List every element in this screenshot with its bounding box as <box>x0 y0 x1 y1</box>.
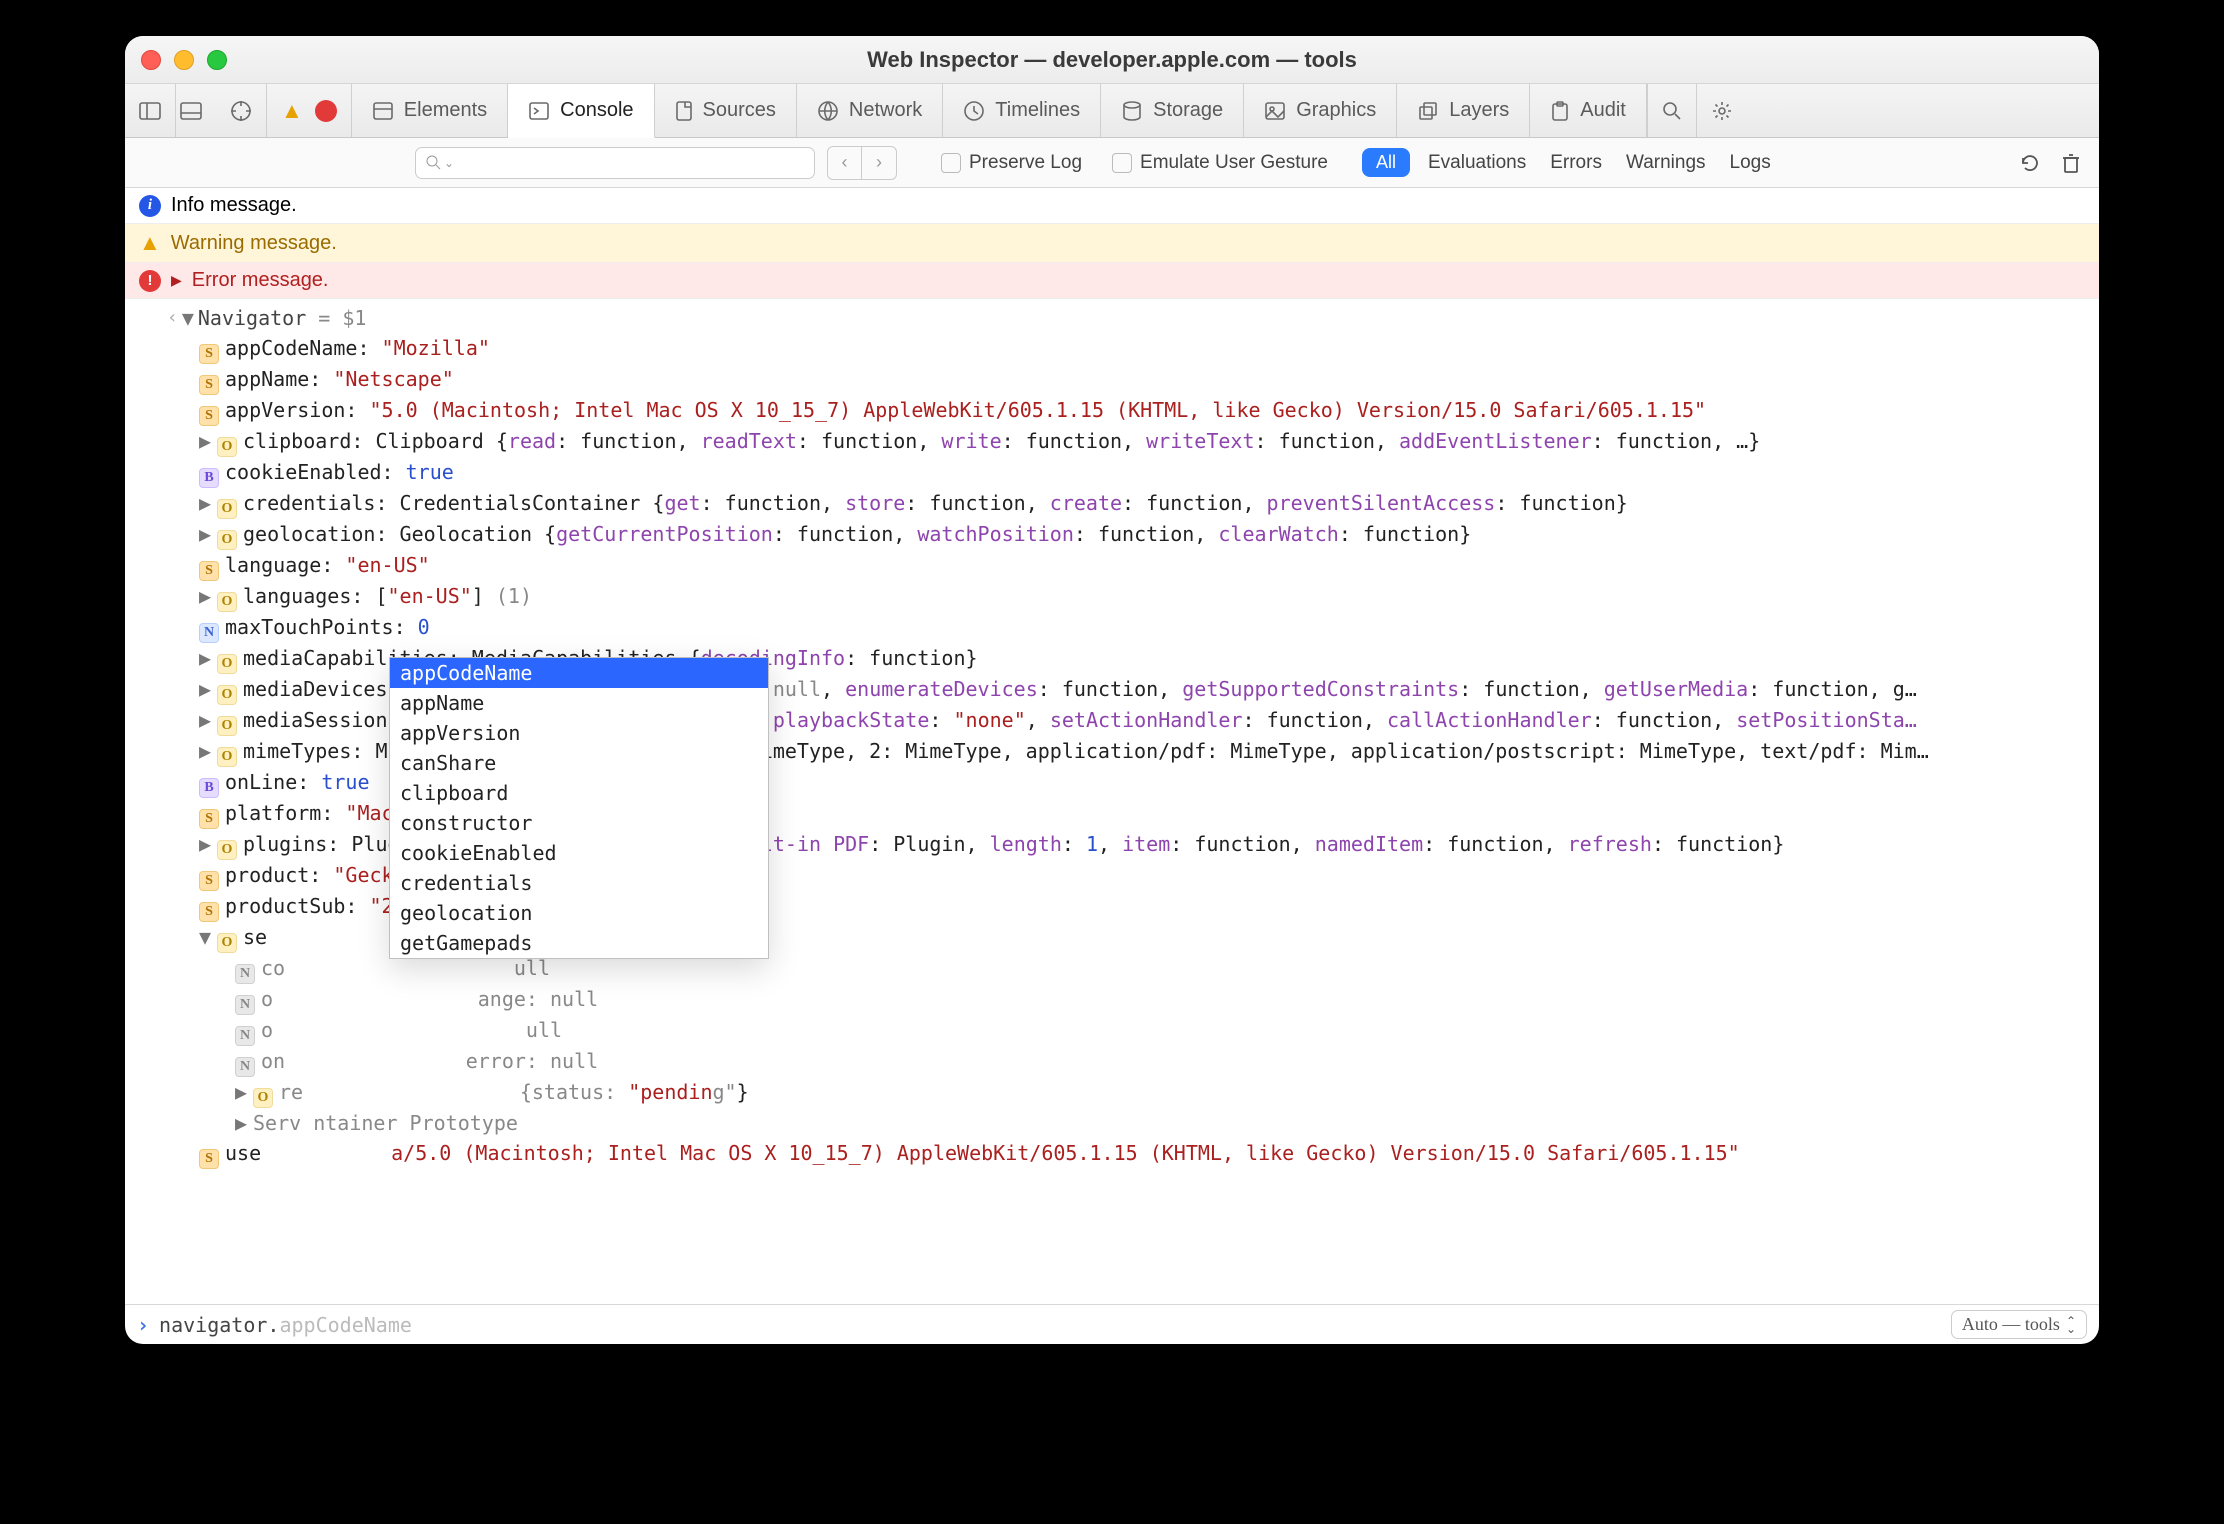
filter-all[interactable]: All <box>1362 148 1410 177</box>
back-arrow-icon[interactable]: ‹ <box>167 303 178 333</box>
disclosure-triangle-icon[interactable]: ▼ <box>182 303 194 333</box>
prop-geolocation[interactable]: ▶Ogeolocation: Geolocation {getCurrentPo… <box>139 519 2089 550</box>
sw-child-2[interactable]: No ange: null <box>139 984 2089 1015</box>
status-badges: ▲ <box>267 84 352 137</box>
preserve-log-checkbox[interactable]: Preserve Log <box>941 152 1082 174</box>
tab-audit[interactable]: Audit <box>1530 84 1647 137</box>
back-icon[interactable]: ‹ <box>828 147 862 179</box>
prop-appCodeName[interactable]: SappCodeName: "Mozilla" <box>139 333 2089 364</box>
sw-proto[interactable]: ▶Serv ntainer Prototype <box>139 1108 2089 1138</box>
ac-item-8[interactable]: geolocation <box>390 898 768 928</box>
sw-child-4[interactable]: Non error: null <box>139 1046 2089 1077</box>
prop-cookieEnabled[interactable]: BcookieEnabled: true <box>139 457 2089 488</box>
prop-credentials[interactable]: ▶Ocredentials: CredentialsContainer {get… <box>139 488 2089 519</box>
tab-console[interactable]: Console <box>508 84 654 138</box>
ac-item-4[interactable]: clipboard <box>390 778 768 808</box>
filter-input[interactable]: ⌄ <box>415 147 815 179</box>
prompt-ghost: appCodeName <box>279 1313 411 1337</box>
chevron-updown-icon: ⌃⌄ <box>2066 1317 2076 1333</box>
tab-sources[interactable]: Sources <box>655 84 797 137</box>
clear-icon[interactable] <box>2061 152 2081 174</box>
history-nav[interactable]: ‹ › <box>827 146 897 180</box>
inspector-window: Web Inspector — developer.apple.com — to… <box>125 36 2099 1344</box>
filter-evaluations[interactable]: Evaluations <box>1422 152 1532 174</box>
prompt-typed: navigator. <box>159 1313 279 1337</box>
tab-network[interactable]: Network <box>797 84 943 137</box>
prop-maxTouchPoints[interactable]: NmaxTouchPoints: 0 <box>139 612 2089 643</box>
filter-logs[interactable]: Logs <box>1724 152 1777 174</box>
reload-icon[interactable] <box>2019 152 2041 174</box>
ac-item-5[interactable]: constructor <box>390 808 768 838</box>
ac-item-9[interactable]: getGamepads <box>390 928 768 958</box>
forward-icon[interactable]: › <box>862 147 896 179</box>
warning-message[interactable]: ▲ Warning message. <box>125 224 2099 263</box>
ac-item-7[interactable]: credentials <box>390 868 768 898</box>
prop-userAgent[interactable]: Susea/5.0 (Macintosh; Intel Mac OS X 10_… <box>139 1138 2089 1169</box>
prop-language[interactable]: Slanguage: "en-US" <box>139 550 2089 581</box>
console-toolbar: ⌄ ‹ › Preserve Log Emulate User Gesture … <box>125 138 2099 188</box>
warning-badge-icon[interactable]: ▲ <box>281 98 303 124</box>
emulate-gesture-checkbox[interactable]: Emulate User Gesture <box>1112 152 1328 174</box>
expand-icon[interactable]: ▶ <box>171 272 182 289</box>
error-icon: ! <box>139 270 161 292</box>
prompt-caret-icon: › <box>137 1313 149 1337</box>
tab-layers[interactable]: Layers <box>1397 84 1530 137</box>
prop-appVersion[interactable]: SappVersion: "5.0 (Macintosh; Intel Mac … <box>139 395 2089 426</box>
navigator-header[interactable]: ‹ ▼ Navigator = $1 <box>139 303 2089 333</box>
prop-appName[interactable]: SappName: "Netscape" <box>139 364 2089 395</box>
tab-timelines[interactable]: Timelines <box>943 84 1101 137</box>
prop-clipboard[interactable]: ▶Oclipboard: Clipboard {read: function, … <box>139 426 2089 457</box>
main-tabs: ▲ Elements Console Sources Network Timel… <box>125 84 2099 138</box>
error-badge-icon[interactable] <box>315 100 337 122</box>
object-tree: ‹ ▼ Navigator = $1 SappCodeName: "Mozill… <box>125 299 2099 1304</box>
console-prompt[interactable]: › navigator.appCodeName Auto — tools ⌃⌄ <box>125 1304 2099 1344</box>
tab-elements[interactable]: Elements <box>352 84 508 137</box>
context-picker[interactable]: Auto — tools ⌃⌄ <box>1951 1310 2087 1339</box>
console-messages: i Info message. ▲ Warning message. ! ▶ E… <box>125 188 2099 299</box>
window-title: Web Inspector — developer.apple.com — to… <box>125 47 2099 73</box>
dock-side-button[interactable] <box>125 84 176 137</box>
tab-storage[interactable]: Storage <box>1101 84 1244 137</box>
autocomplete-popup[interactable]: appCodeName appName appVersion canShare … <box>389 657 769 959</box>
filter-errors[interactable]: Errors <box>1544 152 1608 174</box>
search-button[interactable] <box>1647 84 1697 137</box>
dock-bottom-button[interactable] <box>176 84 216 137</box>
tab-graphics[interactable]: Graphics <box>1244 84 1397 137</box>
ac-item-1[interactable]: appName <box>390 688 768 718</box>
element-picker-button[interactable] <box>216 84 267 137</box>
ac-item-0[interactable]: appCodeName <box>390 658 768 688</box>
sw-child-3[interactable]: No ull <box>139 1015 2089 1046</box>
prop-languages[interactable]: ▶Olanguages: ["en-US"] (1) <box>139 581 2089 612</box>
info-message[interactable]: i Info message. <box>125 188 2099 224</box>
warning-icon: ▲ <box>139 230 161 256</box>
ac-item-6[interactable]: cookieEnabled <box>390 838 768 868</box>
filter-warnings[interactable]: Warnings <box>1620 152 1712 174</box>
ac-item-2[interactable]: appVersion <box>390 718 768 748</box>
ac-item-3[interactable]: canShare <box>390 748 768 778</box>
info-icon: i <box>139 195 161 217</box>
error-message[interactable]: ! ▶ Error message. <box>125 263 2099 299</box>
settings-button[interactable] <box>1697 84 1747 137</box>
titlebar: Web Inspector — developer.apple.com — to… <box>125 36 2099 84</box>
sw-ready[interactable]: ▶Ore {status: "pending"} <box>139 1077 2089 1108</box>
